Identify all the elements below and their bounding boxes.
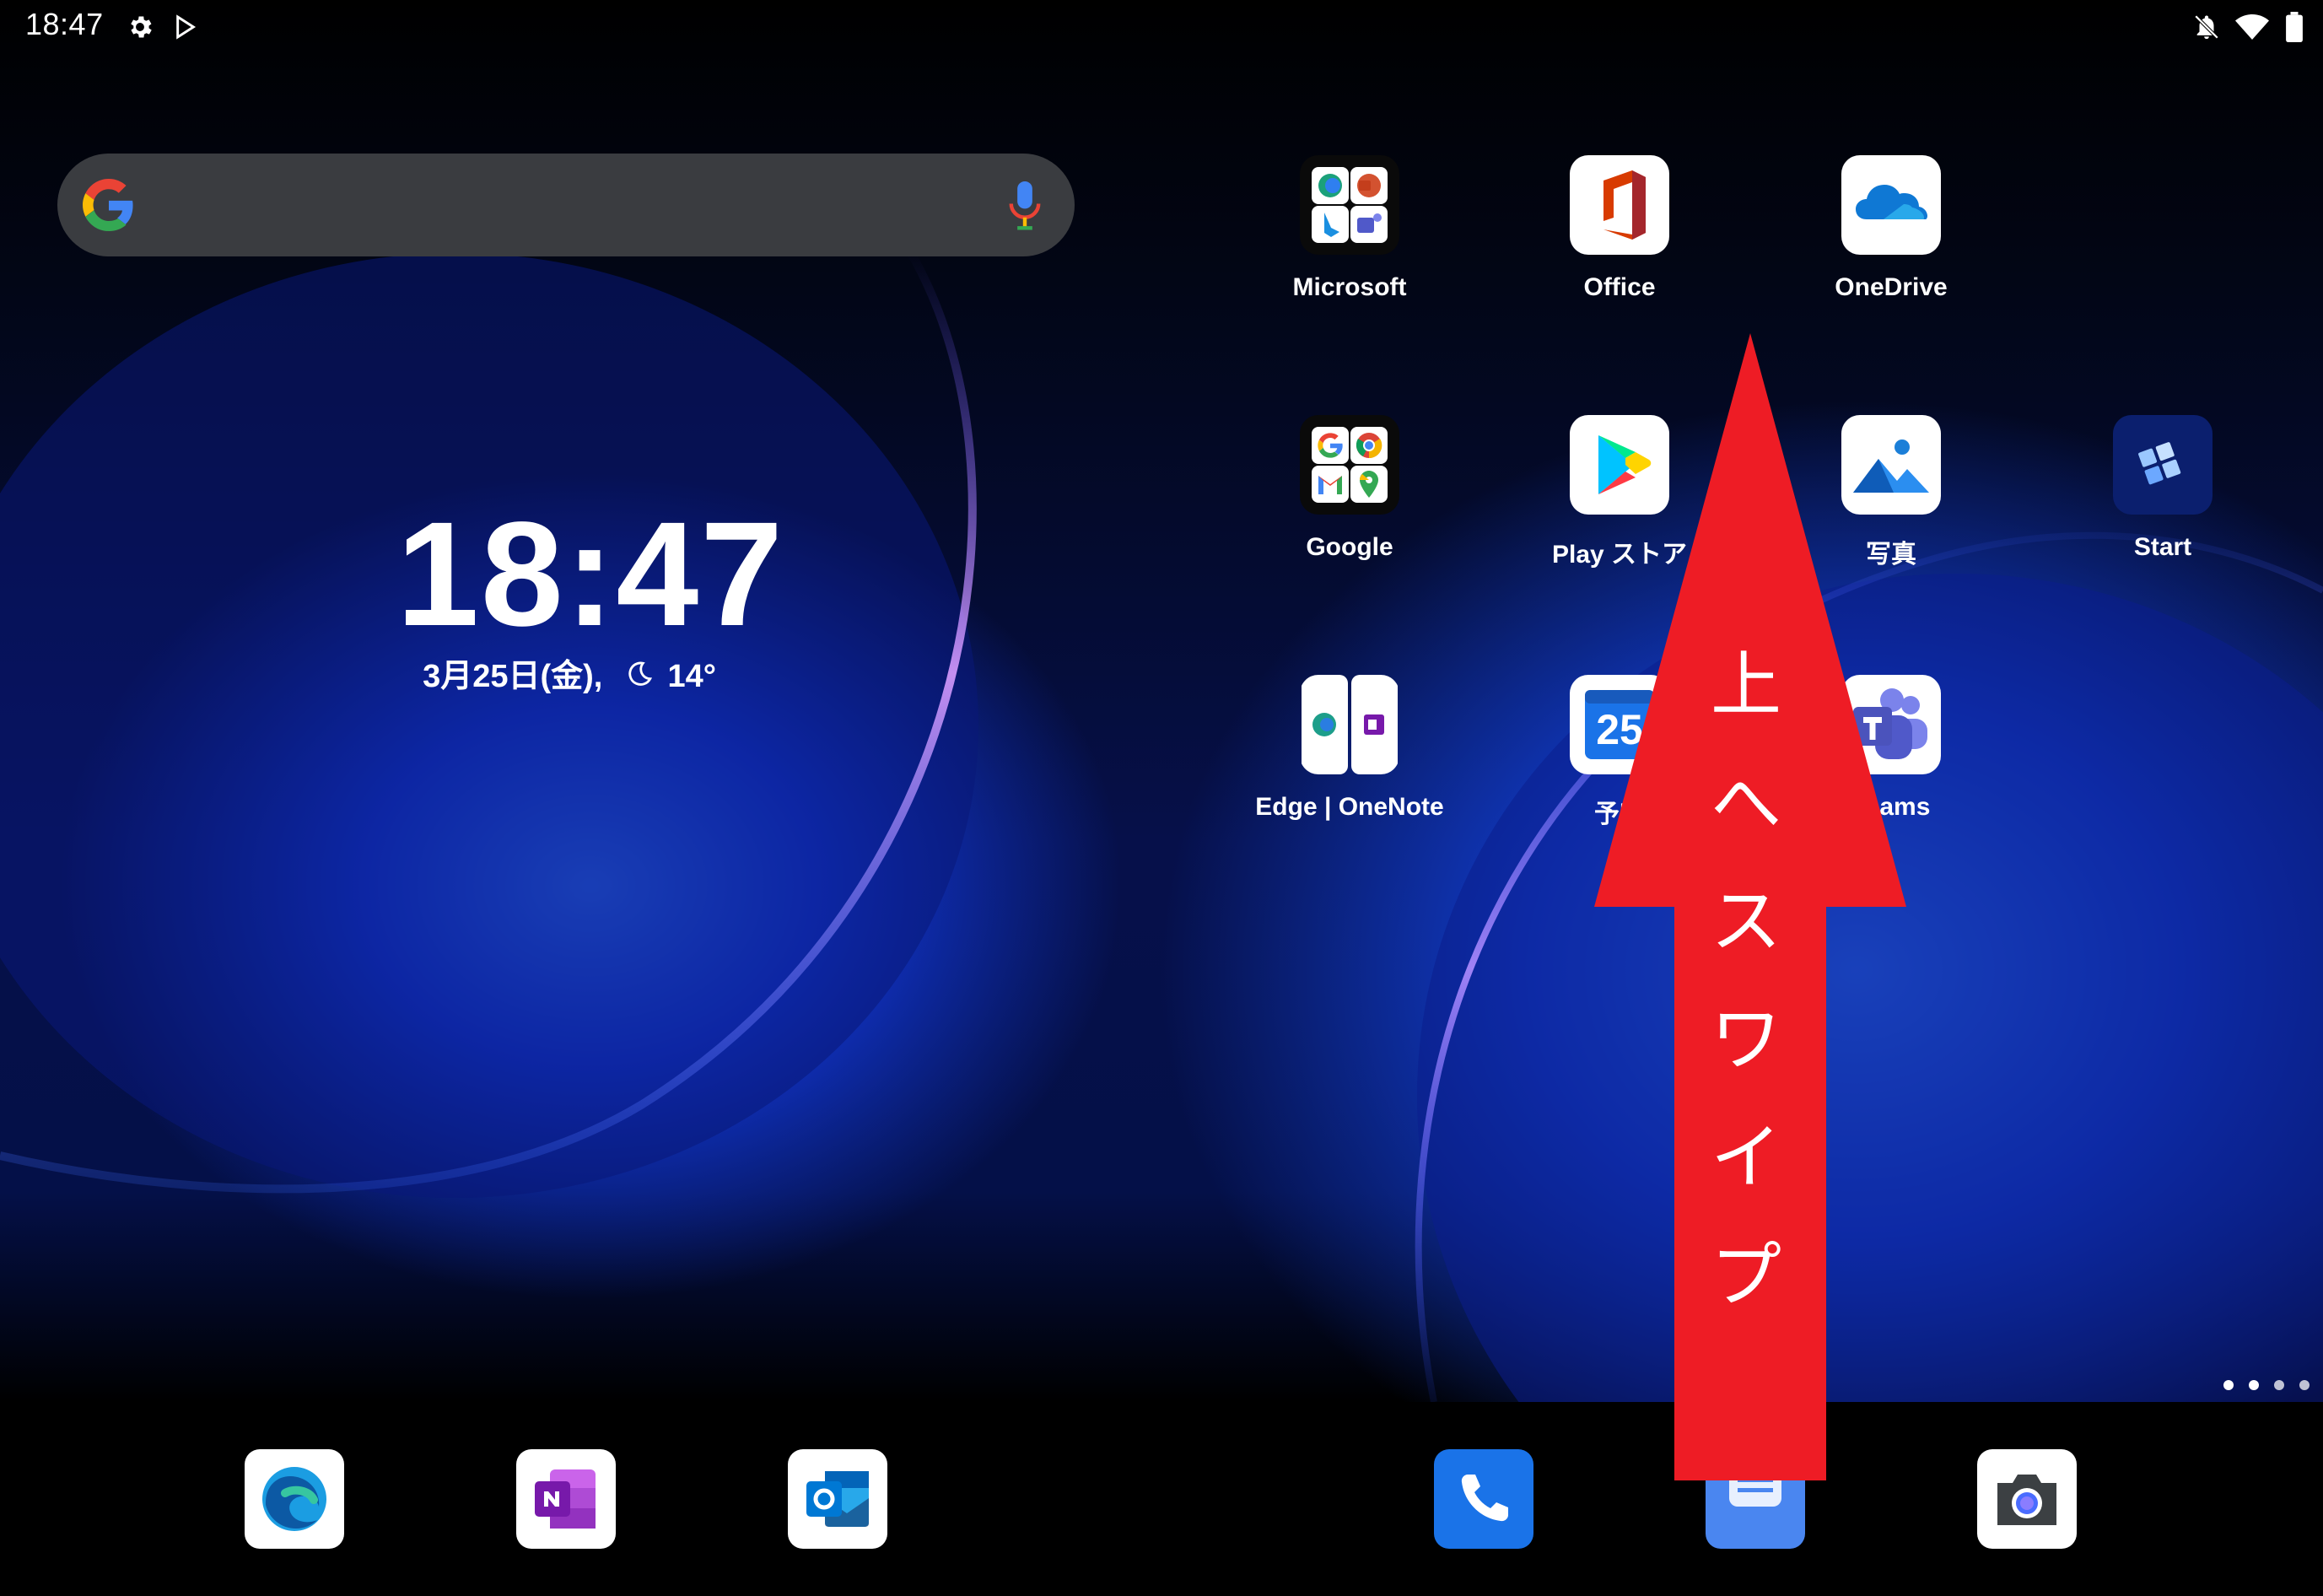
notifications-off-icon xyxy=(2190,10,2223,44)
clock-widget-time[interactable]: 18:47 xyxy=(396,489,783,660)
edge-onenote-pair-icon xyxy=(1300,675,1399,774)
swipe-label-char: ワ xyxy=(1710,998,1781,1081)
phone-icon[interactable] xyxy=(1434,1449,1533,1549)
page-dot[interactable] xyxy=(2223,1380,2234,1390)
clock-widget-date[interactable]: 3月25日(金), 14° xyxy=(321,650,818,697)
app-label: Start xyxy=(2133,533,2192,561)
microphone-icon[interactable] xyxy=(1007,179,1043,231)
page-dot[interactable] xyxy=(2274,1380,2284,1390)
swipe-label-char: ス xyxy=(1710,880,1781,962)
date-text: 3月25日(金), xyxy=(423,659,603,694)
app-start[interactable]: Start xyxy=(2028,415,2298,562)
onenote-icon[interactable] xyxy=(516,1449,616,1549)
start-icon xyxy=(2113,415,2213,515)
app-label: Edge | OneNote xyxy=(1255,793,1444,821)
play-store-notification-icon xyxy=(169,10,202,44)
swipe-label-char: プ xyxy=(1710,1234,1781,1317)
battery-icon xyxy=(2277,10,2311,44)
app-office[interactable]: Office xyxy=(1485,155,1754,302)
onedrive-icon xyxy=(1841,155,1941,255)
app-label: Microsoft xyxy=(1292,273,1407,301)
google-folder-icon xyxy=(1300,415,1399,515)
app-label: Google xyxy=(1306,533,1393,561)
app-folder-microsoft[interactable]: Microsoft xyxy=(1215,155,1485,302)
moon-icon xyxy=(625,660,654,697)
google-search-bar[interactable] xyxy=(57,154,1075,256)
microsoft-folder-icon xyxy=(1300,155,1399,255)
swipe-label-char: イ xyxy=(1710,1116,1781,1199)
swipe-label-char: 上 xyxy=(1710,644,1781,726)
swipe-label-char: へ xyxy=(1710,762,1781,844)
app-label: Office xyxy=(1583,273,1656,301)
home-screen: 18:47 18:47 3月25日(金), 14° Microsoft Offi… xyxy=(0,0,2323,1596)
status-bar: 18:47 xyxy=(0,0,2323,59)
wifi-icon xyxy=(2235,10,2269,44)
app-folder-google[interactable]: Google xyxy=(1215,415,1485,562)
app-pair-edge-onenote[interactable]: Edge | OneNote xyxy=(1215,675,1485,822)
gear-icon xyxy=(123,10,157,44)
page-dot-current[interactable] xyxy=(2249,1380,2259,1390)
dock-background xyxy=(0,1402,2323,1596)
status-time: 18:47 xyxy=(25,7,104,41)
temperature-text: 14° xyxy=(667,659,716,694)
google-g-logo-icon xyxy=(83,179,135,231)
office-icon xyxy=(1570,155,1669,255)
outlook-icon[interactable] xyxy=(788,1449,887,1549)
camera-icon[interactable] xyxy=(1977,1449,2077,1549)
app-label: OneDrive xyxy=(1835,273,1948,301)
page-dot[interactable] xyxy=(2299,1380,2310,1390)
app-onedrive[interactable]: OneDrive xyxy=(1756,155,2026,302)
edge-icon[interactable] xyxy=(245,1449,344,1549)
